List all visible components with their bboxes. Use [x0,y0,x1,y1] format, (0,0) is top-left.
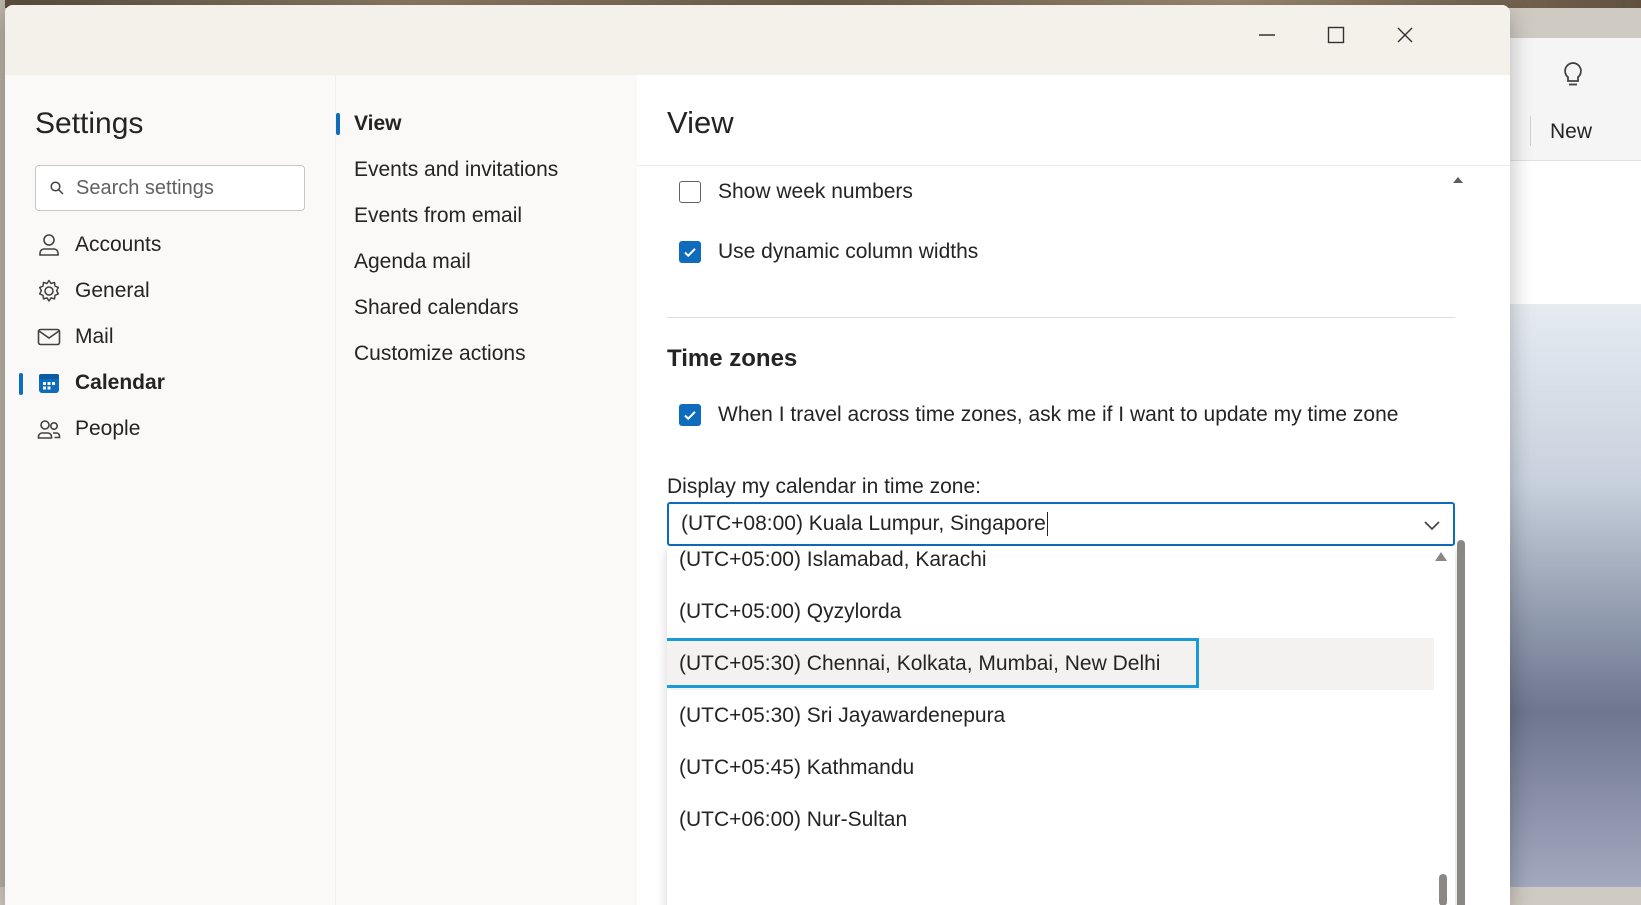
dynamic-column-widths-checkbox[interactable] [679,241,701,263]
nav-item-calendar[interactable]: Calendar [35,363,325,403]
people-icon [35,415,63,443]
time-zone-option[interactable]: (UTC+06:00) Nur-Sultan [667,794,1434,846]
settings-dialog: Settings Accounts General Mail [5,5,1510,905]
time-zones-heading: Time zones [667,345,798,372]
page-title: View [667,105,734,140]
nav-item-general[interactable]: General [35,271,325,311]
maximize-icon [1327,26,1345,44]
dropdown-scroll-up-arrow[interactable] [1435,552,1447,561]
desktop-wallpaper [1500,304,1641,887]
calendar-subnav: View Events and invitations Events from … [335,75,638,905]
search-icon [50,181,64,195]
title-divider [637,165,1510,166]
search-settings-input[interactable] [74,175,298,201]
subnav-selection-indicator [336,113,340,135]
option-label: Use dynamic column widths [718,240,979,263]
nav-item-label: Accounts [75,233,162,256]
option-label: Show week numbers [718,180,913,203]
show-week-numbers-option[interactable]: Show week numbers [679,180,913,204]
nav-item-people[interactable]: People [35,409,325,449]
dropdown-scrollbar-thumb[interactable] [1439,874,1447,905]
nav-selection-indicator [19,373,23,395]
subnav-item-customize-actions[interactable]: Customize actions [354,336,526,372]
chevron-down-icon[interactable] [1423,516,1441,534]
minimize-button[interactable] [1245,19,1289,51]
view-settings-pane: View Show week numbers Use dynamic colum… [637,75,1510,905]
search-settings-box[interactable] [35,165,305,211]
close-icon [1396,26,1414,44]
checkmark-icon [684,411,696,421]
background-toolbar-divider [1530,116,1531,146]
text-cursor [1046,512,1049,537]
show-week-numbers-checkbox[interactable] [679,181,701,203]
time-zone-dropdown-list: (UTC+05:00) Islamabad, Karachi (UTC+05:0… [667,546,1455,905]
time-zone-value-text: (UTC+08:00) Kuala Lumpur, Singapore [681,511,1046,535]
lightbulb-icon[interactable] [1560,60,1586,88]
time-zone-option-label: (UTC+05:30) Chennai, Kolkata, Mumbai, Ne… [679,652,1161,675]
settings-title: Settings [35,107,144,140]
gear-icon [35,277,63,305]
subnav-item-agenda-mail[interactable]: Agenda mail [354,244,471,280]
minimize-icon [1258,26,1276,44]
time-zone-option-highlighted[interactable]: (UTC+05:30) Chennai, Kolkata, Mumbai, Ne… [667,638,1434,690]
time-zone-option[interactable]: (UTC+05:00) Qyzylorda [667,586,1434,638]
subnav-item-events-from-email[interactable]: Events from email [354,198,522,234]
time-zone-combobox-value: (UTC+08:00) Kuala Lumpur, Singapore [681,511,1049,537]
mail-icon [35,323,63,351]
calendar-icon [35,369,63,397]
settings-nav: Settings Accounts General Mail [5,75,335,905]
nav-item-accounts[interactable]: Accounts [35,225,325,265]
nav-item-label: General [75,279,150,302]
time-zone-option[interactable]: (UTC+05:30) Sri Jayawardenepura [667,690,1434,742]
nav-item-label: People [75,417,141,440]
section-divider [667,317,1455,318]
nav-item-label: Mail [75,325,114,348]
time-zone-option[interactable]: (UTC+05:45) Kathmandu [667,742,1434,794]
dialog-titlebar [5,5,1510,75]
time-zone-combobox[interactable]: (UTC+08:00) Kuala Lumpur, Singapore [667,502,1455,546]
person-icon [35,231,63,259]
travel-time-zone-checkbox[interactable] [679,404,701,426]
nav-item-label: Calendar [75,371,165,394]
dynamic-column-widths-option[interactable]: Use dynamic column widths [679,240,978,264]
subnav-item-view[interactable]: View [354,106,401,142]
scroll-up-arrow[interactable] [1453,177,1463,183]
checkmark-icon [684,248,696,258]
time-zone-option[interactable]: (UTC+05:00) Islamabad, Karachi [667,546,1434,586]
option-label: When I travel across time zones, ask me … [718,403,1399,426]
maximize-button[interactable] [1314,19,1358,51]
close-button[interactable] [1383,19,1427,51]
nav-item-mail[interactable]: Mail [35,317,325,357]
pane-scrollbar-thumb[interactable] [1457,540,1465,905]
background-new-button[interactable]: New [1550,120,1592,144]
travel-time-zone-option[interactable]: When I travel across time zones, ask me … [679,403,1398,427]
subnav-item-shared-calendars[interactable]: Shared calendars [354,290,519,326]
time-zone-label: Display my calendar in time zone: [667,475,981,498]
subnav-item-events-and-invitations[interactable]: Events and invitations [354,152,558,188]
